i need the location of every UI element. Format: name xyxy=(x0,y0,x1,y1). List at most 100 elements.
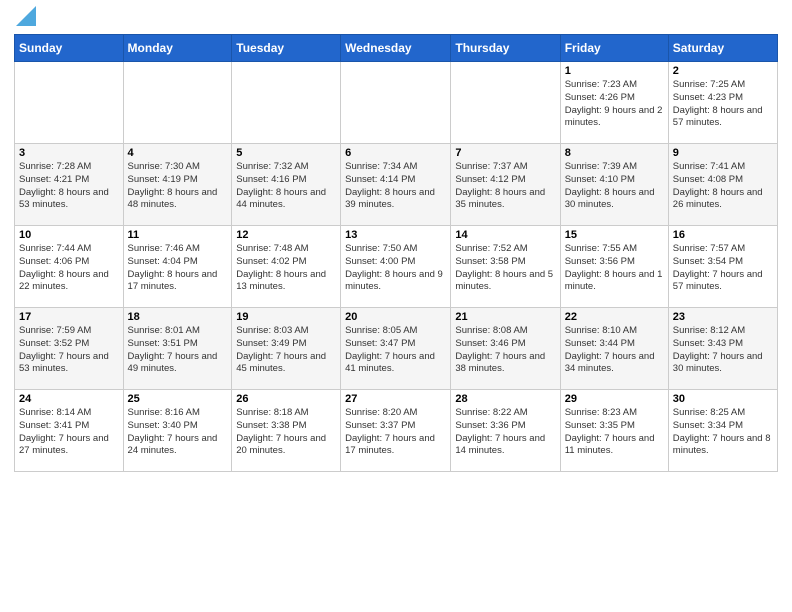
day-info: Sunrise: 8:05 AM Sunset: 3:47 PM Dayligh… xyxy=(345,325,446,376)
day-number: 22 xyxy=(565,311,664,323)
calendar-cell: 11Sunrise: 7:46 AM Sunset: 4:04 PM Dayli… xyxy=(123,226,232,308)
calendar-cell: 21Sunrise: 8:08 AM Sunset: 3:46 PM Dayli… xyxy=(451,308,560,390)
calendar-cell: 27 Sunrise: 8:20 AM Sunset: 3:37 PM Dayli… xyxy=(341,390,451,472)
calendar-cell xyxy=(123,62,232,144)
calendar: SundayMondayTuesdayWednesdayThursdayFrid… xyxy=(14,34,778,472)
day-info: Sunrise: 7:28 AM Sunset: 4:21 PM Dayligh… xyxy=(19,161,119,212)
day-header-tuesday: Tuesday xyxy=(232,35,341,62)
calendar-cell: 30 Sunrise: 8:25 AM Sunset: 3:34 PM Dayli… xyxy=(668,390,777,472)
calendar-cell: 13 Sunrise: 7:50 AM Sunset: 4:00 PM Dayli… xyxy=(341,226,451,308)
day-info: Sunrise: 8:01 AM Sunset: 3:51 PM Dayligh… xyxy=(128,325,228,376)
day-header-monday: Monday xyxy=(123,35,232,62)
day-info: Sunrise: 8:20 AM Sunset: 3:37 PM Dayligh… xyxy=(345,407,446,458)
day-info: Sunrise: 8:03 AM Sunset: 3:49 PM Dayligh… xyxy=(236,325,336,376)
day-number: 3 xyxy=(19,147,119,159)
day-info: Sunrise: 7:55 AM Sunset: 3:56 PM Dayligh… xyxy=(565,243,664,294)
day-number: 18 xyxy=(128,311,228,323)
calendar-cell: 6Sunrise: 7:34 AM Sunset: 4:14 PM Daylig… xyxy=(341,144,451,226)
day-info: Sunrise: 7:50 AM Sunset: 4:00 PM Dayligh… xyxy=(345,243,446,294)
day-number: 1 xyxy=(565,65,664,77)
day-info: Sunrise: 7:48 AM Sunset: 4:02 PM Dayligh… xyxy=(236,243,336,294)
day-info: Sunrise: 8:16 AM Sunset: 3:40 PM Dayligh… xyxy=(128,407,228,458)
day-info: Sunrise: 7:37 AM Sunset: 4:12 PM Dayligh… xyxy=(455,161,555,212)
logo-icon xyxy=(16,6,36,26)
calendar-cell: 17 Sunrise: 7:59 AM Sunset: 3:52 PM Dayli… xyxy=(15,308,124,390)
day-number: 24 xyxy=(19,393,119,405)
calendar-cell xyxy=(15,62,124,144)
day-number: 23 xyxy=(673,311,773,323)
calendar-cell: 23 Sunrise: 8:12 AM Sunset: 3:43 PM Dayli… xyxy=(668,308,777,390)
day-info: Sunrise: 7:39 AM Sunset: 4:10 PM Dayligh… xyxy=(565,161,664,212)
calendar-cell: 20 Sunrise: 8:05 AM Sunset: 3:47 PM Dayli… xyxy=(341,308,451,390)
calendar-week-4: 24Sunrise: 8:14 AM Sunset: 3:41 PM Dayli… xyxy=(15,390,778,472)
day-header-wednesday: Wednesday xyxy=(341,35,451,62)
day-info: Sunrise: 7:52 AM Sunset: 3:58 PM Dayligh… xyxy=(455,243,555,294)
calendar-cell: 29Sunrise: 8:23 AM Sunset: 3:35 PM Dayli… xyxy=(560,390,668,472)
day-number: 21 xyxy=(455,311,555,323)
day-number: 30 xyxy=(673,393,773,405)
day-number: 14 xyxy=(455,229,555,241)
calendar-cell: 9Sunrise: 7:41 AM Sunset: 4:08 PM Daylig… xyxy=(668,144,777,226)
day-number: 19 xyxy=(236,311,336,323)
day-info: Sunrise: 7:25 AM Sunset: 4:23 PM Dayligh… xyxy=(673,79,773,130)
calendar-cell: 5 Sunrise: 7:32 AM Sunset: 4:16 PM Daylig… xyxy=(232,144,341,226)
day-number: 16 xyxy=(673,229,773,241)
day-info: Sunrise: 8:12 AM Sunset: 3:43 PM Dayligh… xyxy=(673,325,773,376)
day-info: Sunrise: 7:41 AM Sunset: 4:08 PM Dayligh… xyxy=(673,161,773,212)
day-number: 15 xyxy=(565,229,664,241)
calendar-week-3: 17 Sunrise: 7:59 AM Sunset: 3:52 PM Dayli… xyxy=(15,308,778,390)
calendar-cell xyxy=(232,62,341,144)
calendar-cell: 22 Sunrise: 8:10 AM Sunset: 3:44 PM Dayli… xyxy=(560,308,668,390)
day-info: Sunrise: 7:46 AM Sunset: 4:04 PM Dayligh… xyxy=(128,243,228,294)
day-info: Sunrise: 8:23 AM Sunset: 3:35 PM Dayligh… xyxy=(565,407,664,458)
day-number: 6 xyxy=(345,147,446,159)
day-header-sunday: Sunday xyxy=(15,35,124,62)
calendar-cell: 25 Sunrise: 8:16 AM Sunset: 3:40 PM Dayli… xyxy=(123,390,232,472)
calendar-cell: 7 Sunrise: 7:37 AM Sunset: 4:12 PM Daylig… xyxy=(451,144,560,226)
day-number: 7 xyxy=(455,147,555,159)
calendar-week-2: 10 Sunrise: 7:44 AM Sunset: 4:06 PM Dayli… xyxy=(15,226,778,308)
calendar-cell: 10 Sunrise: 7:44 AM Sunset: 4:06 PM Dayli… xyxy=(15,226,124,308)
calendar-cell: 19 Sunrise: 8:03 AM Sunset: 3:49 PM Dayli… xyxy=(232,308,341,390)
calendar-cell: 12 Sunrise: 7:48 AM Sunset: 4:02 PM Dayli… xyxy=(232,226,341,308)
day-info: Sunrise: 7:44 AM Sunset: 4:06 PM Dayligh… xyxy=(19,243,119,294)
calendar-cell xyxy=(451,62,560,144)
day-number: 10 xyxy=(19,229,119,241)
calendar-cell: 14 Sunrise: 7:52 AM Sunset: 3:58 PM Dayli… xyxy=(451,226,560,308)
day-number: 5 xyxy=(236,147,336,159)
day-number: 12 xyxy=(236,229,336,241)
day-info: Sunrise: 8:10 AM Sunset: 3:44 PM Dayligh… xyxy=(565,325,664,376)
day-info: Sunrise: 7:32 AM Sunset: 4:16 PM Dayligh… xyxy=(236,161,336,212)
calendar-cell xyxy=(341,62,451,144)
day-info: Sunrise: 7:23 AM Sunset: 4:26 PM Dayligh… xyxy=(565,79,664,130)
day-number: 17 xyxy=(19,311,119,323)
calendar-cell: 28Sunrise: 8:22 AM Sunset: 3:36 PM Dayli… xyxy=(451,390,560,472)
day-number: 13 xyxy=(345,229,446,241)
calendar-cell: 8 Sunrise: 7:39 AM Sunset: 4:10 PM Daylig… xyxy=(560,144,668,226)
day-info: Sunrise: 7:30 AM Sunset: 4:19 PM Dayligh… xyxy=(128,161,228,212)
calendar-cell: 2 Sunrise: 7:25 AM Sunset: 4:23 PM Daylig… xyxy=(668,62,777,144)
day-info: Sunrise: 8:25 AM Sunset: 3:34 PM Dayligh… xyxy=(673,407,773,458)
day-header-friday: Friday xyxy=(560,35,668,62)
day-info: Sunrise: 7:57 AM Sunset: 3:54 PM Dayligh… xyxy=(673,243,773,294)
calendar-cell: 18 Sunrise: 8:01 AM Sunset: 3:51 PM Dayli… xyxy=(123,308,232,390)
day-number: 27 xyxy=(345,393,446,405)
day-number: 25 xyxy=(128,393,228,405)
calendar-cell: 16 Sunrise: 7:57 AM Sunset: 3:54 PM Dayli… xyxy=(668,226,777,308)
calendar-week-1: 3 Sunrise: 7:28 AM Sunset: 4:21 PM Daylig… xyxy=(15,144,778,226)
calendar-cell: 3 Sunrise: 7:28 AM Sunset: 4:21 PM Daylig… xyxy=(15,144,124,226)
day-header-saturday: Saturday xyxy=(668,35,777,62)
calendar-cell: 24Sunrise: 8:14 AM Sunset: 3:41 PM Dayli… xyxy=(15,390,124,472)
day-number: 20 xyxy=(345,311,446,323)
day-number: 26 xyxy=(236,393,336,405)
day-header-thursday: Thursday xyxy=(451,35,560,62)
logo xyxy=(14,10,36,26)
calendar-week-0: 1 Sunrise: 7:23 AM Sunset: 4:26 PM Daylig… xyxy=(15,62,778,144)
calendar-cell: 4Sunrise: 7:30 AM Sunset: 4:19 PM Daylig… xyxy=(123,144,232,226)
calendar-cell: 1 Sunrise: 7:23 AM Sunset: 4:26 PM Daylig… xyxy=(560,62,668,144)
calendar-cell: 15 Sunrise: 7:55 AM Sunset: 3:56 PM Dayli… xyxy=(560,226,668,308)
header xyxy=(14,10,778,26)
day-number: 8 xyxy=(565,147,664,159)
day-info: Sunrise: 7:59 AM Sunset: 3:52 PM Dayligh… xyxy=(19,325,119,376)
day-number: 2 xyxy=(673,65,773,77)
